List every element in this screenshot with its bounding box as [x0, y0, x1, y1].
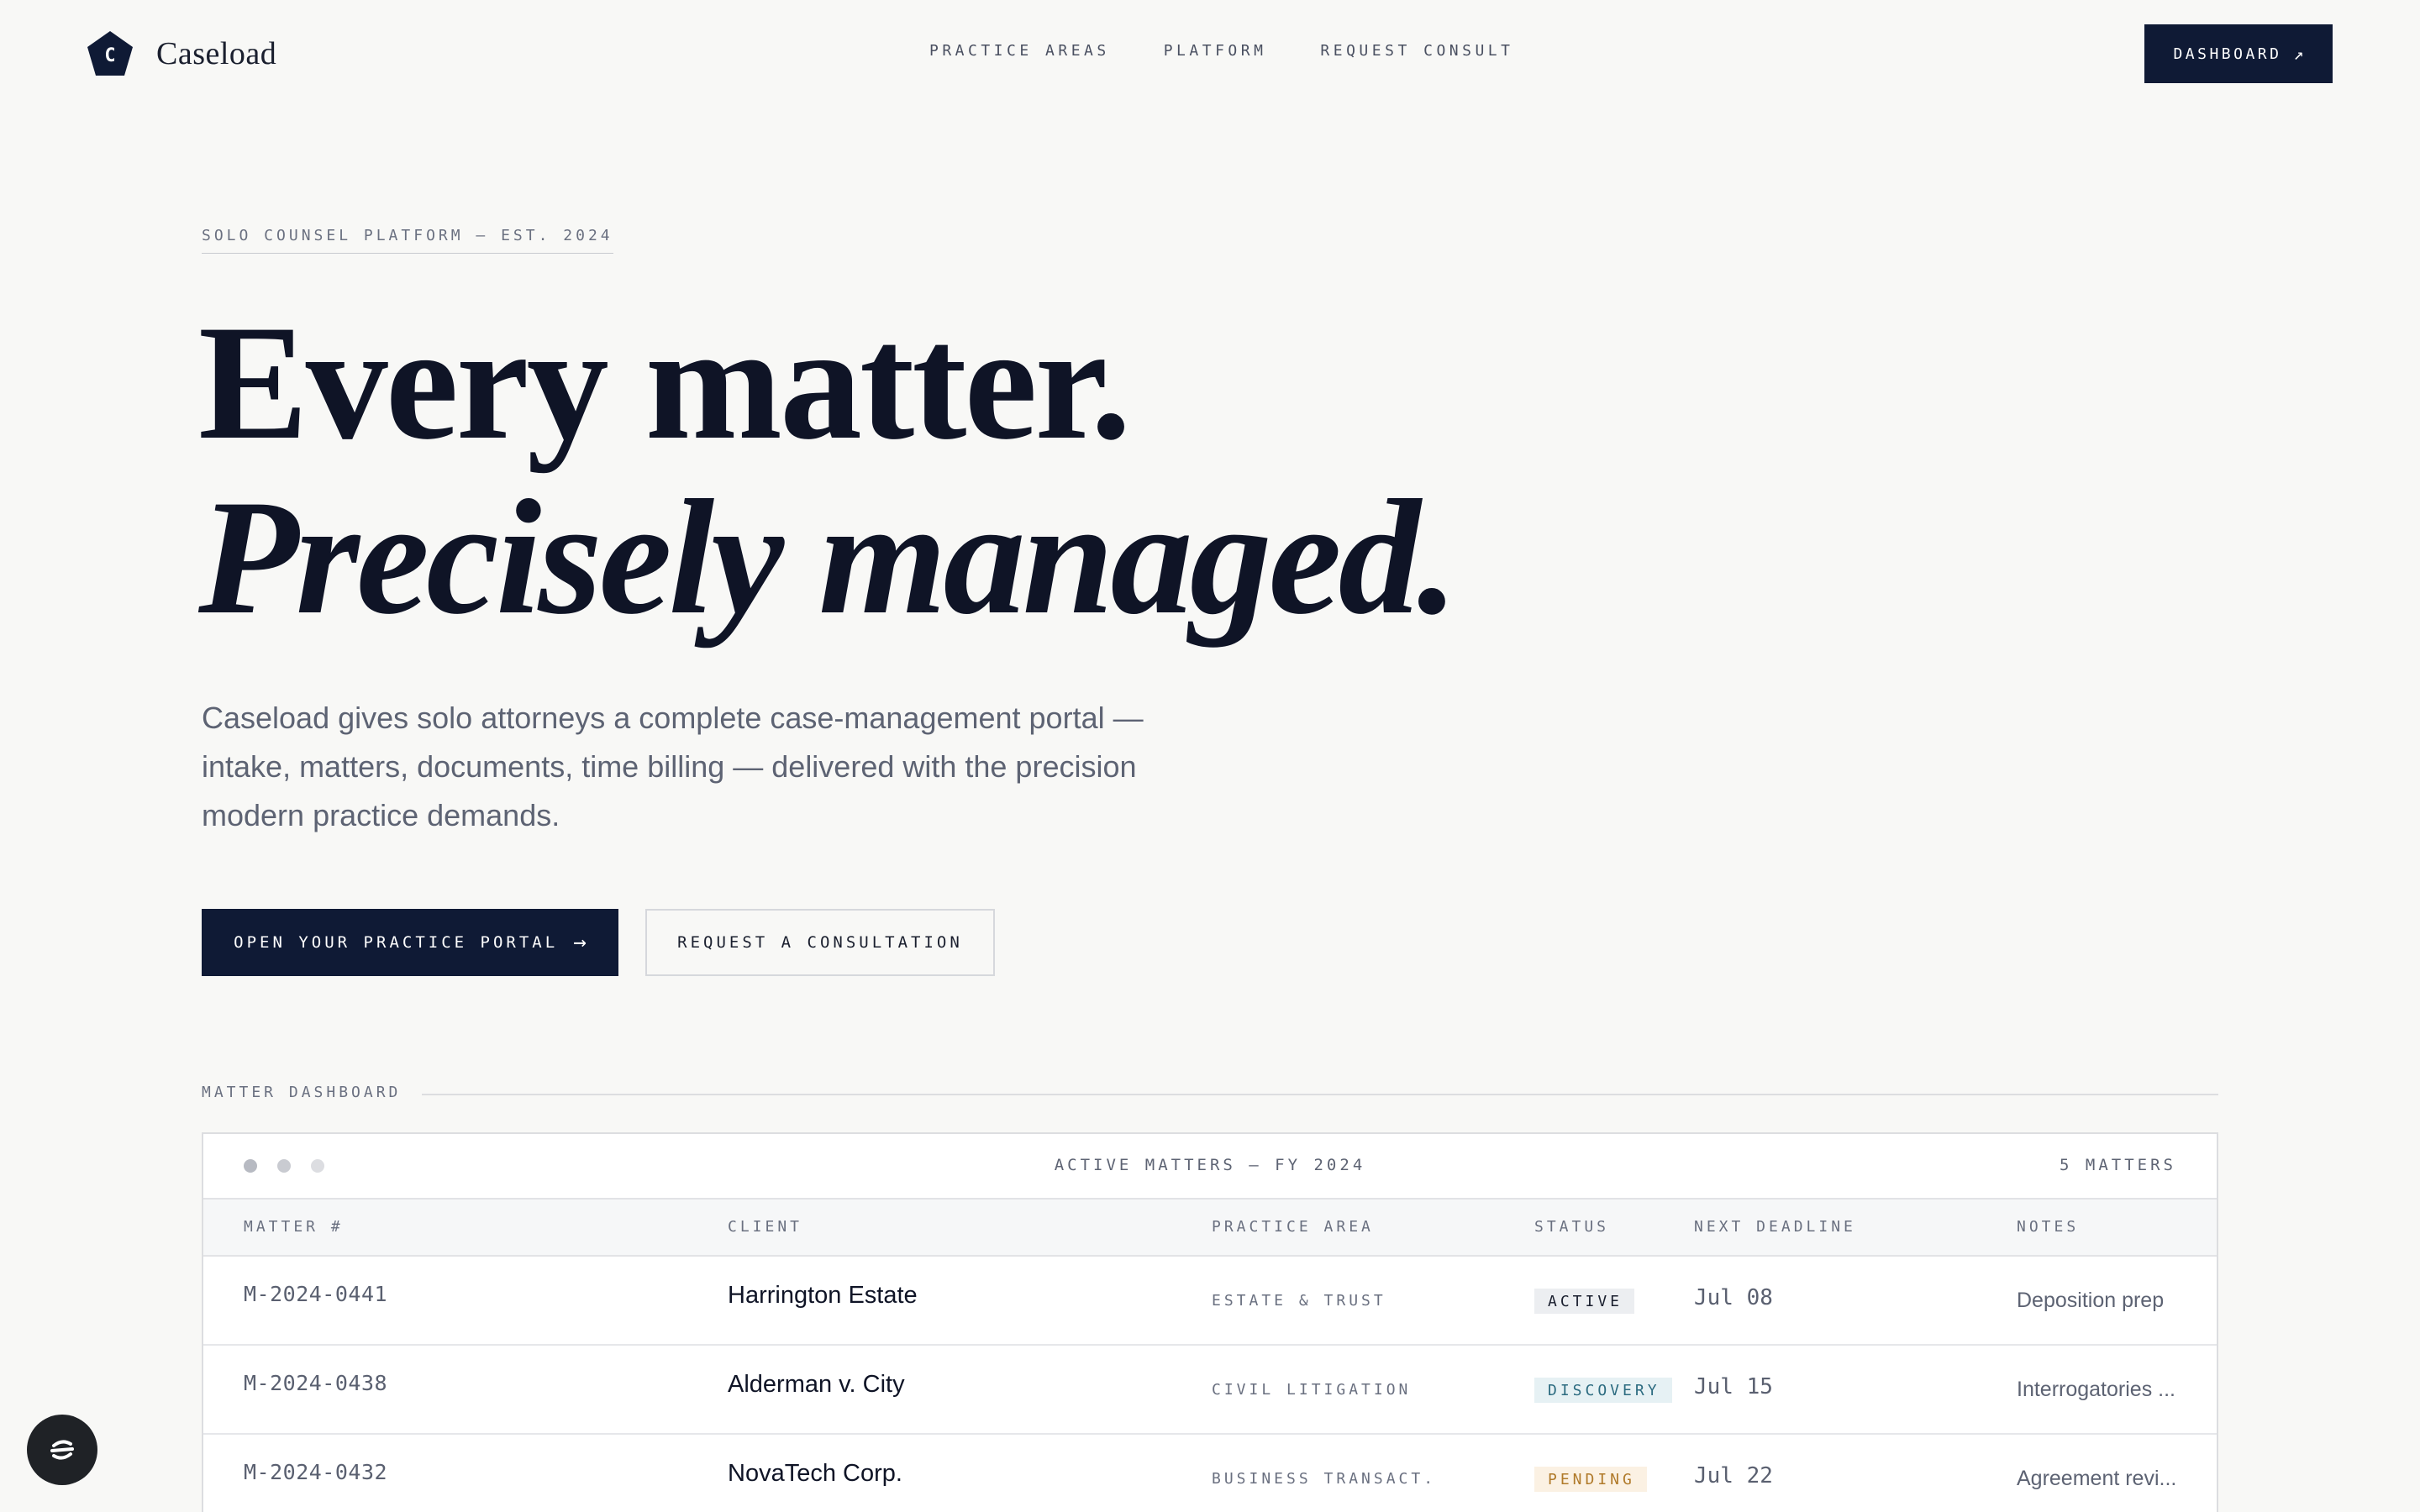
nav-practice-areas[interactable]: PRACTICE AREAS: [929, 42, 1110, 60]
column-header-client: CLIENT: [728, 1218, 803, 1236]
main-nav: PRACTICE AREAS PLATFORM REQUEST CONSULT: [929, 42, 1513, 60]
hero-eyebrow: SOLO COUNSEL PLATFORM — EST. 2024: [202, 227, 613, 254]
table-header: MATTER # CLIENT PRACTICE AREA STATUS NEX…: [203, 1200, 2217, 1257]
matter-number: M-2024-0438: [244, 1371, 388, 1395]
dashboard-button-label: DASHBOARD: [2173, 45, 2282, 63]
brand-mark-letter: C: [104, 45, 116, 66]
open-portal-button[interactable]: OPEN YOUR PRACTICE PORTAL →: [202, 909, 618, 976]
client-name: Harrington Estate: [728, 1282, 918, 1309]
chat-widget-button[interactable]: [27, 1415, 97, 1485]
hero-headline-line1: Every matter.: [198, 291, 1132, 474]
next-deadline: Jul 15: [1694, 1374, 1773, 1399]
brand-name: Caseload: [156, 36, 277, 71]
dashboard-button[interactable]: DASHBOARD ↗: [2144, 24, 2333, 83]
practice-area: BUSINESS TRANSACT.: [1212, 1470, 1437, 1488]
panel-title-bar: ACTIVE MATTERS — FY 2024 5 MATTERS: [203, 1134, 2217, 1200]
status-badge: DISCOVERY: [1534, 1378, 1672, 1403]
matter-count: 5 MATTERS: [2060, 1156, 2176, 1174]
site-header: C Caseload PRACTICE AREAS PLATFORM REQUE…: [0, 0, 2420, 104]
request-consultation-button-label: REQUEST A CONSULTATION: [677, 933, 963, 952]
section-divider: [422, 1094, 2218, 1095]
practice-area: CIVIL LITIGATION: [1212, 1381, 1412, 1399]
arrow-up-right-icon: ↗: [2293, 44, 2304, 64]
matters-panel: ACTIVE MATTERS — FY 2024 5 MATTERS MATTE…: [202, 1132, 2218, 1512]
arrow-right-icon: →: [573, 930, 587, 955]
nav-platform[interactable]: PLATFORM: [1164, 42, 1267, 60]
pentagon-logo-icon: C: [86, 29, 134, 78]
status-badge: PENDING: [1534, 1467, 1647, 1492]
table-row[interactable]: M-2024-0441 Harrington Estate ESTATE & T…: [203, 1257, 2217, 1346]
matter-number: M-2024-0441: [244, 1282, 388, 1306]
column-header-matter: MATTER #: [244, 1218, 344, 1236]
chat-widget-icon: [50, 1440, 74, 1460]
request-consultation-button[interactable]: REQUEST A CONSULTATION: [645, 909, 995, 976]
next-deadline: Jul 08: [1694, 1285, 1773, 1310]
open-portal-button-label: OPEN YOUR PRACTICE PORTAL: [234, 933, 559, 952]
column-header-deadline: NEXT DEADLINE: [1694, 1218, 1856, 1236]
hero-lede: Caseload gives solo attorneys a complete…: [202, 701, 1144, 832]
table-row[interactable]: M-2024-0438 Alderman v. City CIVIL LITIG…: [203, 1346, 2217, 1435]
column-header-notes: NOTES: [2017, 1218, 2080, 1236]
table-row[interactable]: M-2024-0432 NovaTech Corp. BUSINESS TRAN…: [203, 1435, 2217, 1512]
matter-notes: Interrogatories ...: [2017, 1378, 2175, 1401]
client-name: Alderman v. City: [728, 1371, 905, 1398]
column-header-status: STATUS: [1534, 1218, 1610, 1236]
matter-notes: Deposition prep: [2017, 1289, 2165, 1312]
status-badge: ACTIVE: [1534, 1289, 1635, 1314]
column-header-practice-area: PRACTICE AREA: [1212, 1218, 1374, 1236]
practice-area: ESTATE & TRUST: [1212, 1292, 1386, 1310]
section-label: MATTER DASHBOARD: [202, 1084, 402, 1101]
matter-number: M-2024-0432: [244, 1460, 388, 1484]
client-name: NovaTech Corp.: [728, 1460, 902, 1487]
brand-logo[interactable]: C Caseload: [86, 29, 276, 79]
hero-headline-line2: Precisely managed.: [198, 466, 1459, 648]
panel-title: ACTIVE MATTERS — FY 2024: [1054, 1156, 1366, 1174]
next-deadline: Jul 22: [1694, 1463, 1773, 1488]
nav-request-consult[interactable]: REQUEST CONSULT: [1320, 42, 1513, 60]
matter-notes: Agreement revi...: [2017, 1467, 2177, 1490]
